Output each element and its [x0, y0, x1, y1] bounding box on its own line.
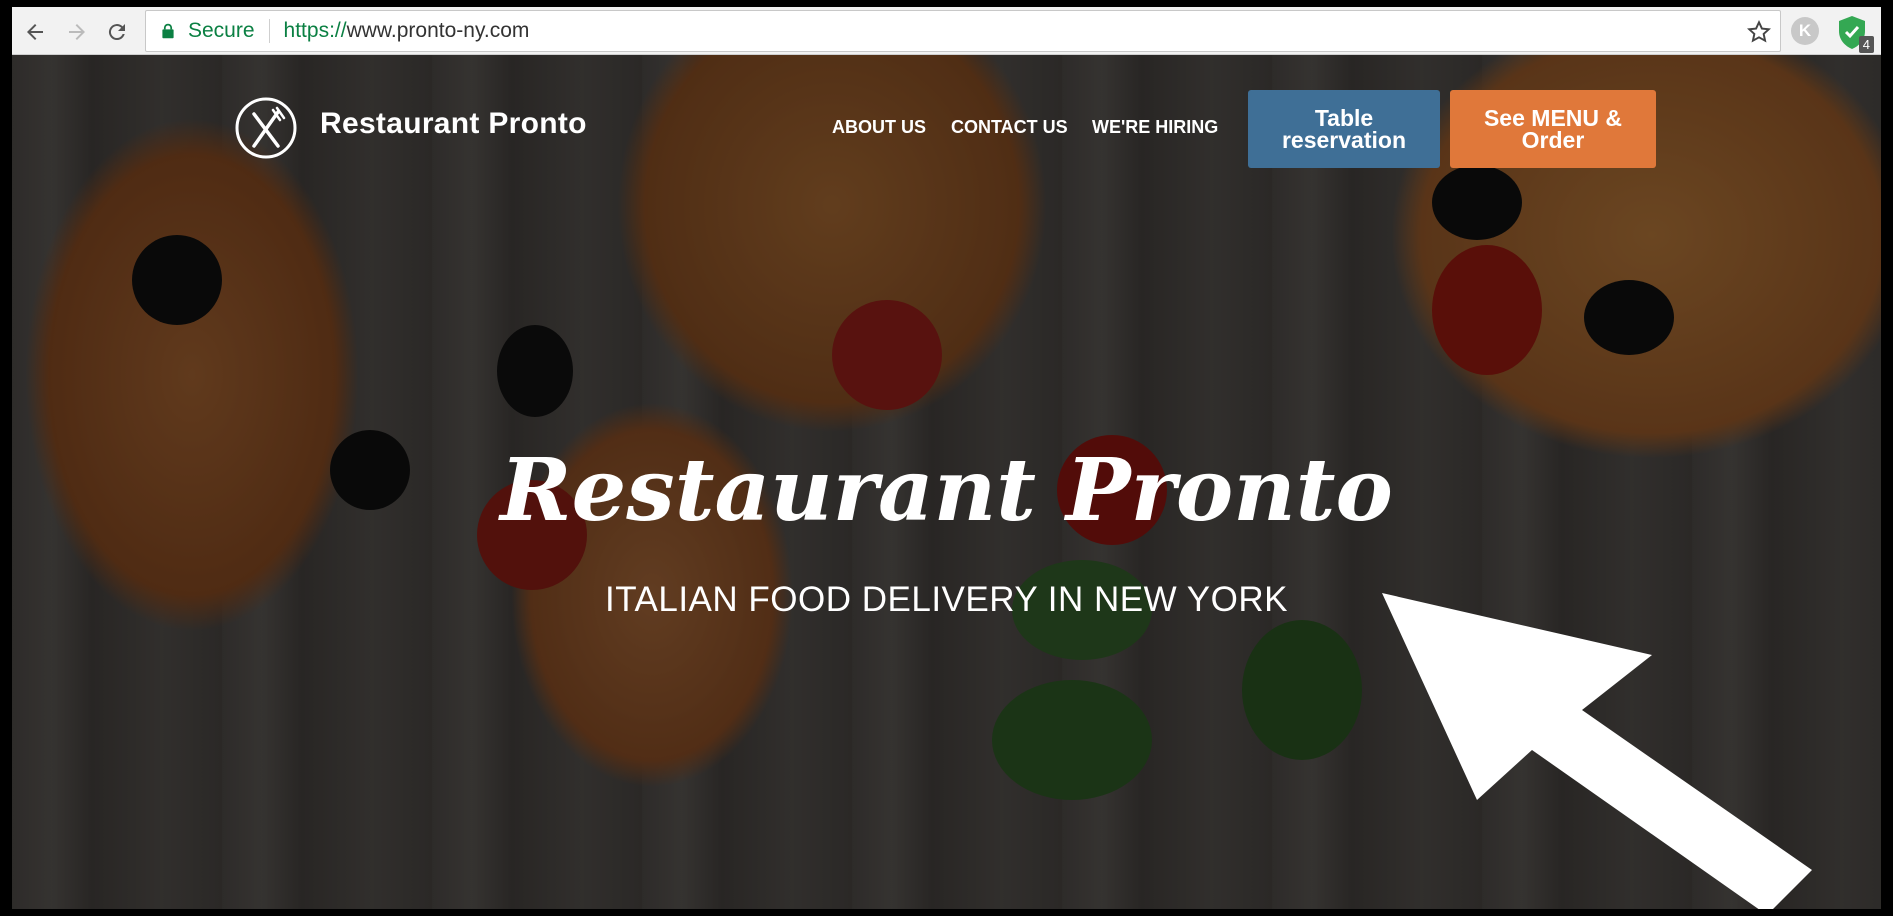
url-text[interactable]: https://www.pronto-ny.com [284, 19, 530, 43]
bookmark-star-icon[interactable] [1746, 19, 1772, 45]
see-menu-order-button[interactable]: See MENU & Order [1450, 90, 1656, 168]
back-arrow-icon [27, 24, 43, 40]
restaurant-logo-icon[interactable] [234, 96, 298, 160]
page-viewport: Restaurant Pronto ABOUT US CONTACT US WE… [12, 55, 1881, 909]
extension-k-label: K [1798, 21, 1812, 40]
extension-k-icon[interactable]: K [1791, 17, 1819, 45]
secure-label: Secure [188, 19, 255, 42]
reload-button[interactable] [100, 15, 134, 49]
reload-icon [108, 24, 125, 41]
extension-badge: 4 [1858, 36, 1874, 53]
url-scheme: https:// [283, 19, 347, 42]
address-bar[interactable]: Secure https://www.pronto-ny.com [145, 10, 1781, 52]
hero-title: Restaurant Pronto [500, 440, 1393, 541]
forward-arrow-icon [69, 24, 85, 40]
annotation-arrow-icon [1382, 593, 1812, 909]
table-reservation-label: Table reservation [1281, 105, 1406, 153]
nav-about-us[interactable]: ABOUT US [832, 117, 926, 138]
url-host: www.pronto-ny.com [346, 19, 530, 42]
forward-button[interactable] [60, 15, 94, 49]
nav-contact-us[interactable]: CONTACT US [951, 117, 1068, 138]
nav-were-hiring[interactable]: WE'RE HIRING [1092, 117, 1218, 138]
lock-icon [160, 21, 180, 41]
divider [268, 19, 270, 43]
back-button[interactable] [18, 15, 52, 49]
shield-extension-icon[interactable]: 4 [1834, 13, 1874, 53]
brand-name[interactable]: Restaurant Pronto [320, 107, 587, 141]
browser-toolbar: Secure https://www.pronto-ny.com K 4 [12, 7, 1881, 55]
table-reservation-button[interactable]: Table reservation [1248, 90, 1440, 168]
see-menu-order-label: See MENU & Order [1483, 105, 1623, 153]
